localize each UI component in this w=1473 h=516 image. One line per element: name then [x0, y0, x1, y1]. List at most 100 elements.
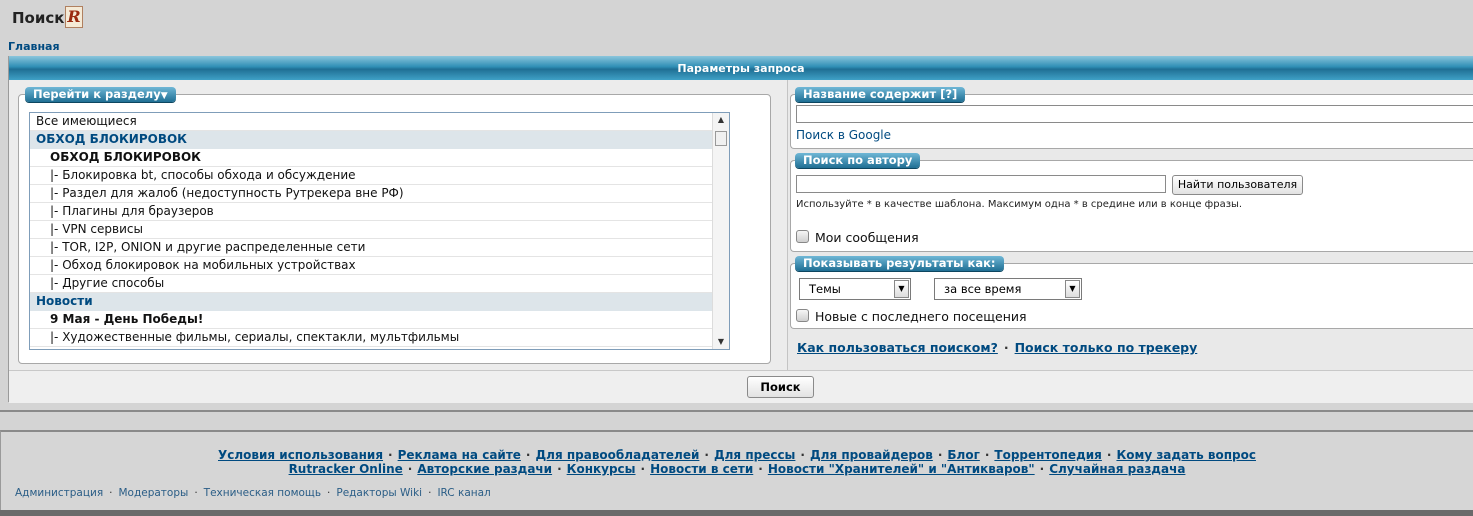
separator: ·: [388, 448, 393, 462]
results-fieldset: Показывать результаты как: Темы ▼ за все…: [790, 256, 1473, 329]
separator: ·: [525, 448, 531, 462]
footer-links-row-1: Условия использования · Реклама на сайте · Д…: [1, 448, 1473, 462]
display-as-select[interactable]: Темы ▼: [799, 278, 911, 300]
footer-link[interactable]: Rutracker Online: [289, 462, 403, 476]
forum-option[interactable]: |- Обход блокировок на мобильных устройс…: [30, 257, 729, 275]
separator: ·: [800, 448, 805, 462]
footer-links-row-3: Администрация · Модераторы · Техническая пом…: [15, 487, 491, 499]
footer-link[interactable]: Новости в сети: [650, 462, 753, 476]
divider: [0, 410, 1473, 412]
listbox-scrollbar[interactable]: ▲ ▼: [712, 113, 729, 349]
new-since-row[interactable]: Новые с последнего посещения: [796, 309, 1027, 324]
footer-staff-link[interactable]: IRC канал: [437, 487, 490, 499]
left-column: Перейти к разделу▼ Все имеющиеся ОБХОД БЛ…: [9, 80, 788, 370]
help-links: Как пользоваться поиском? · Поиск только п…: [797, 340, 1197, 355]
right-column: Название содержит [?] Поиск в Google Пои…: [788, 80, 1473, 370]
footer-link[interactable]: Для провайдеров: [810, 448, 933, 462]
footer-link[interactable]: Случайная раздача: [1049, 462, 1185, 476]
separator: ·: [640, 462, 646, 476]
search-help-link[interactable]: Как пользоваться поиском?: [797, 340, 998, 355]
footer-staff-link[interactable]: Модераторы: [119, 487, 189, 499]
author-input[interactable]: [796, 175, 1166, 193]
google-search-link[interactable]: Поиск в Google: [796, 128, 891, 142]
footer-staff-link[interactable]: Администрация: [15, 487, 103, 499]
scroll-up-icon[interactable]: ▲: [713, 113, 729, 127]
forum-option[interactable]: ОБХОД БЛОКИРОВОК: [30, 149, 729, 167]
title-legend[interactable]: Название содержит [?]: [795, 87, 966, 102]
new-since-checkbox[interactable]: [796, 309, 809, 322]
section-legend[interactable]: Перейти к разделу▼: [25, 87, 176, 102]
forum-listbox[interactable]: Все имеющиеся ОБХОД БЛОКИРОВОК ОБХОД БЛОКИ…: [29, 112, 730, 350]
search-form: Параметры запроса Перейти к разделу▼ Все…: [8, 56, 1473, 403]
my-messages-row[interactable]: Мои сообщения: [796, 230, 919, 245]
separator: ·: [557, 462, 562, 476]
forum-options: Все имеющиеся ОБХОД БЛОКИРОВОК ОБХОД БЛОКИ…: [30, 113, 729, 349]
author-hint: Используйте * в качестве шаблона. Максим…: [796, 199, 1243, 210]
forum-option[interactable]: |- Раздел для жалоб (недоступность Рутре…: [30, 185, 729, 203]
dropdown-triangle-icon: ▼: [160, 91, 168, 101]
new-since-label: Новые с последнего посещения: [815, 309, 1027, 324]
footer-link[interactable]: Для прессы: [714, 448, 795, 462]
forum-option[interactable]: |- Блокировка bt, способы обхода и обсуж…: [30, 167, 729, 185]
main-area: Поиск R Главная Параметры запроса Перейт…: [0, 0, 1473, 412]
tracker-search-link[interactable]: Поиск только по трекеру: [1015, 340, 1198, 355]
footer-link[interactable]: Авторские раздачи: [417, 462, 552, 476]
chevron-down-icon[interactable]: ▼: [1065, 280, 1080, 298]
separator: ·: [758, 462, 763, 476]
chevron-down-icon[interactable]: ▼: [894, 280, 909, 298]
separator: ·: [1106, 448, 1112, 462]
footer-link[interactable]: Для правообладателей: [535, 448, 699, 462]
footer-link[interactable]: Условия использования: [218, 448, 383, 462]
separator: ·: [194, 487, 198, 499]
form-header: Параметры запроса: [9, 56, 1473, 80]
submit-bar: Поиск: [9, 370, 1473, 403]
footer-link[interactable]: Торрентопедия: [994, 448, 1101, 462]
separator: ·: [109, 487, 113, 499]
find-user-button[interactable]: Найти пользователя: [1172, 175, 1303, 195]
bottom-strip: [0, 510, 1473, 516]
scroll-down-icon[interactable]: ▼: [713, 335, 729, 349]
forum-option[interactable]: |- Другие способы: [30, 275, 729, 293]
section-fieldset: Перейти к разделу▼ Все имеющиеся ОБХОД БЛ…: [18, 87, 771, 364]
footer-link[interactable]: Блог: [947, 448, 979, 462]
page-title: Поиск: [12, 9, 65, 27]
separator: ·: [1003, 340, 1009, 355]
time-range-select[interactable]: за все время ▼: [934, 278, 1082, 300]
separator: ·: [407, 462, 413, 476]
author-fieldset: Поиск по автору Найти пользователя Испол…: [790, 153, 1473, 252]
forum-option[interactable]: |- TOR, I2P, ONION и другие распределенн…: [30, 239, 729, 257]
footer-link[interactable]: Конкурсы: [567, 462, 636, 476]
separator: ·: [1039, 462, 1045, 476]
separator: ·: [327, 487, 331, 499]
my-messages-checkbox[interactable]: [796, 230, 809, 243]
rutracker-logo-icon: R: [65, 6, 83, 28]
my-messages-label: Мои сообщения: [815, 230, 919, 245]
forum-option[interactable]: Все имеющиеся: [30, 113, 729, 131]
forum-option[interactable]: 9 Мая - День Победы!: [30, 311, 729, 329]
footer-staff-link[interactable]: Техническая помощь: [204, 487, 321, 499]
footer-links-row-2: Rutracker Online · Авторские раздачи · Конку…: [1, 462, 1473, 476]
forum-option[interactable]: |- Плагины для браузеров: [30, 203, 729, 221]
footer-link[interactable]: Новости "Хранителей" и "Антикваров": [768, 462, 1035, 476]
results-legend: Показывать результаты как:: [795, 256, 1004, 271]
separator: ·: [937, 448, 943, 462]
title-input[interactable]: [796, 105, 1473, 123]
footer-link[interactable]: Реклама на сайте: [398, 448, 521, 462]
forum-option[interactable]: Новости: [30, 293, 729, 311]
display-as-value: Темы: [809, 282, 841, 296]
scroll-thumb[interactable]: [715, 131, 727, 146]
footer-staff-link[interactable]: Редакторы Wiki: [336, 487, 422, 499]
footer-link[interactable]: Кому задать вопрос: [1116, 448, 1256, 462]
separator: ·: [704, 448, 709, 462]
footer: Условия использования · Реклама на сайте · Д…: [0, 430, 1473, 510]
search-submit-button[interactable]: Поиск: [747, 376, 814, 398]
title-fieldset: Название содержит [?] Поиск в Google: [790, 87, 1473, 149]
forum-option[interactable]: ОБХОД БЛОКИРОВОК: [30, 131, 729, 149]
separator: ·: [984, 448, 990, 462]
forum-option[interactable]: |- Документальные фильмы и передачи: [30, 347, 729, 349]
home-link[interactable]: Главная: [8, 40, 60, 53]
section-legend-label: Перейти к разделу: [33, 87, 161, 101]
separator: ·: [428, 487, 432, 499]
forum-option[interactable]: |- Художественные фильмы, сериалы, спект…: [30, 329, 729, 347]
forum-option[interactable]: |- VPN сервисы: [30, 221, 729, 239]
